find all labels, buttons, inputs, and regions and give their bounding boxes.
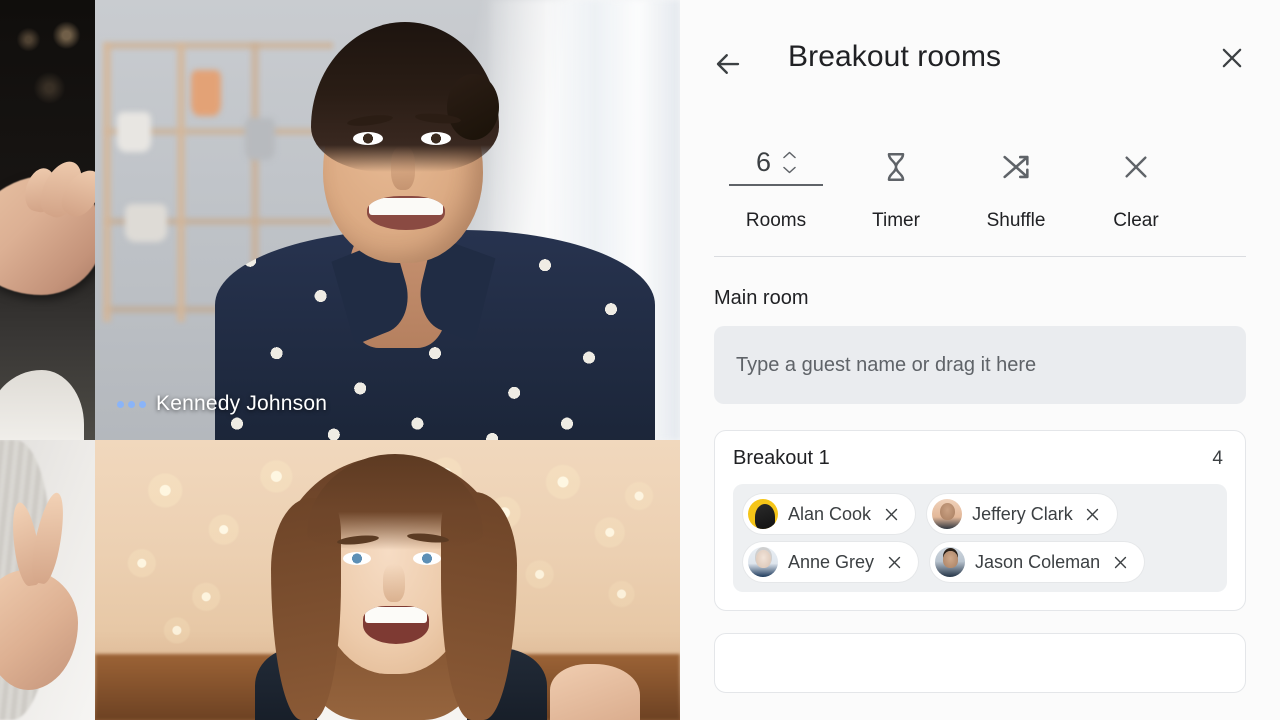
breakout-toolbar: 6 Rooms Timer Shuffle Clear [680, 118, 1280, 232]
participant-name-overlay: Kennedy Johnson [117, 392, 327, 416]
remove-member-button[interactable] [881, 504, 901, 524]
remove-member-button[interactable] [1110, 552, 1130, 572]
breakout-room-header: Breakout 1 4 [733, 447, 1227, 470]
participant-teeth [365, 607, 427, 623]
rooms-stepper[interactable]: 6 [755, 146, 796, 182]
participant-hair-bun [447, 74, 499, 140]
participant-teeth [369, 198, 443, 215]
rooms-stepper-control[interactable]: 6 Rooms [716, 136, 836, 232]
clear-button[interactable]: Clear [1076, 136, 1196, 232]
participant-nose [383, 564, 405, 602]
participant-arm [550, 664, 640, 720]
shuffle-label: Shuffle [986, 210, 1046, 231]
avatar [748, 499, 778, 529]
panel-body: Main room Type a guest name or drag it h… [680, 257, 1280, 720]
participant-mouth [367, 196, 445, 230]
arrow-left-icon [716, 54, 740, 74]
close-icon [1222, 48, 1242, 68]
background-object [191, 70, 221, 116]
main-room-title: Main room [714, 287, 809, 309]
video-row-bottom [0, 440, 680, 720]
video-tile-top-left-partial[interactable] [0, 0, 95, 440]
rooms-input-underline [729, 183, 823, 186]
breakout-members-well[interactable]: Alan Cook Jeffery Clark Anne Grey Jason … [733, 484, 1227, 592]
remove-member-button[interactable] [1083, 504, 1103, 524]
breakout-room-card[interactable] [714, 633, 1246, 693]
app-root: Kennedy Johnson Breakout rooms 6 Rooms T… [0, 0, 1280, 720]
close-icon [1125, 156, 1147, 178]
video-grid: Kennedy Johnson [0, 0, 680, 720]
member-name: Alan Cook [788, 503, 872, 524]
video-tile-kennedy-johnson[interactable]: Kennedy Johnson [95, 0, 680, 440]
member-chip[interactable]: Alan Cook [743, 494, 916, 534]
video-row-top: Kennedy Johnson [0, 0, 680, 440]
close-panel-button[interactable] [1210, 36, 1254, 80]
close-icon [1087, 508, 1099, 520]
breakout-room-count: 4 [1212, 447, 1223, 469]
clear-label: Clear [1113, 210, 1159, 231]
clear-icon-wrap [1076, 136, 1196, 198]
rooms-stepper-arrows[interactable] [783, 151, 796, 174]
breakout-rooms-panel: Breakout rooms 6 Rooms Timer Shuffle Cle… [680, 0, 1280, 720]
participant-mouth [363, 606, 429, 644]
remove-member-button[interactable] [884, 552, 904, 572]
close-icon [885, 508, 897, 520]
background-object [117, 112, 151, 152]
page-title: Breakout rooms [788, 40, 1002, 73]
member-name: Anne Grey [788, 551, 875, 572]
breakout-room-name: Breakout 1 [733, 447, 830, 469]
background-object [125, 204, 167, 242]
avatar [935, 547, 966, 577]
participant-name-text: Kennedy Johnson [156, 392, 328, 415]
member-name: Jeffery Clark [972, 503, 1073, 524]
hourglass-icon [887, 153, 905, 181]
rooms-count-value: 6 [755, 146, 772, 177]
close-icon [888, 556, 900, 568]
avatar [748, 547, 778, 577]
participant-eye [353, 132, 383, 145]
chevron-up-icon[interactable] [783, 151, 796, 159]
background-object [245, 118, 275, 160]
breakout-room-card[interactable]: Breakout 1 4 Alan Cook Jeffery Clark Ann… [714, 430, 1246, 611]
video-tile-bottom-main[interactable] [95, 440, 680, 720]
back-button[interactable] [706, 42, 750, 86]
speaking-dots-icon [117, 400, 146, 408]
member-chip[interactable]: Jason Coleman [930, 542, 1145, 582]
participant-eye [421, 132, 451, 145]
participant-nose [391, 146, 415, 190]
shuffle-icon [1003, 155, 1029, 179]
rooms-label: Rooms [745, 210, 807, 231]
timer-label: Timer [872, 210, 920, 231]
guest-name-input-placeholder: Type a guest name or drag it here [736, 353, 1037, 376]
close-icon [1114, 556, 1126, 568]
participant-eye [413, 552, 441, 565]
shuffle-icon-wrap [956, 136, 1076, 198]
member-chip[interactable]: Anne Grey [743, 542, 919, 582]
shuffle-button[interactable]: Shuffle [956, 136, 1076, 232]
timer-button[interactable]: Timer [836, 136, 956, 232]
panel-header: Breakout rooms [680, 0, 1280, 118]
guest-name-input[interactable]: Type a guest name or drag it here [714, 326, 1246, 404]
member-name: Jason Coleman [975, 551, 1101, 572]
timer-icon-wrap [836, 136, 956, 198]
member-chip[interactable]: Jeffery Clark [927, 494, 1117, 534]
video-tile-bottom-left-partial[interactable] [0, 440, 95, 720]
rooms-stepper-wrap: 6 [716, 136, 836, 198]
chevron-down-icon[interactable] [783, 166, 796, 174]
participant-eye [343, 552, 371, 565]
avatar [932, 499, 963, 529]
